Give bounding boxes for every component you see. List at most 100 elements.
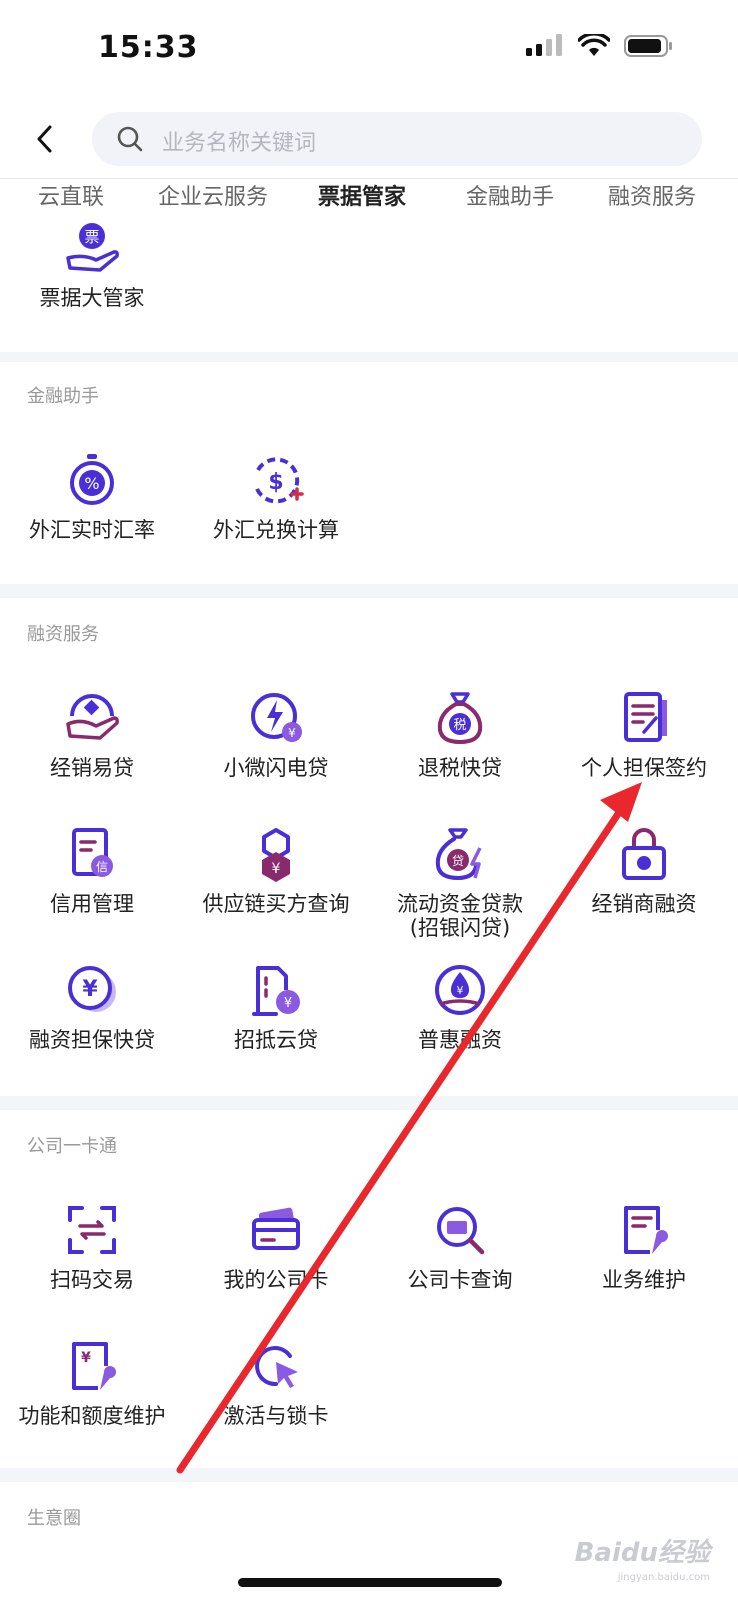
status-time: 15:33 <box>98 30 199 65</box>
service-micro-flash-loan[interactable]: ¥ 小微闪电贷 <box>184 688 368 780</box>
handshake-diamond-icon <box>66 694 119 740</box>
service-my-company-card[interactable]: 我的公司卡 <box>184 1200 368 1292</box>
search-icon <box>117 126 143 152</box>
credit-document-icon: 信 <box>72 828 113 877</box>
water-drop-yuan-icon: ¥ <box>435 965 485 1015</box>
loan-badge: 贷 <box>452 854 464 868</box>
service-personal-guarantee[interactable]: 个人担保签约 <box>552 688 736 780</box>
service-label: 激活与锁卡 <box>223 1404 329 1428</box>
percent-badge: % <box>84 474 99 493</box>
search-placeholder: 业务名称关键词 <box>162 131 317 156</box>
cellular-signal-icon <box>526 34 562 56</box>
section-title: 公司一卡通 <box>27 1136 117 1157</box>
service-fx-rate[interactable]: % 外汇实时汇率 <box>0 450 184 542</box>
tab-finance-helper[interactable]: 金融助手 <box>466 179 554 211</box>
service-credit-management[interactable]: 信 信用管理 <box>0 824 184 916</box>
yuan-badge: ¥ <box>82 977 98 1002</box>
yuan-badge: ¥ <box>457 984 464 997</box>
credit-badge: 信 <box>96 860 108 874</box>
service-fx-calculator[interactable]: $ 外汇兑换计算 <box>184 450 368 542</box>
search-row: 业务名称关键词 <box>0 100 738 178</box>
service-label: 普惠融资 <box>418 1028 502 1052</box>
scan-icon <box>68 1206 116 1254</box>
service-label: 招抵云贷 <box>234 1028 318 1052</box>
service-label: 供应链买方查询 <box>202 892 350 916</box>
service-working-capital-loan[interactable]: 贷 流动资金贷款 (招银闪贷) <box>368 824 552 940</box>
service-limit-maintenance[interactable]: ¥ 功能和额度维护 <box>0 1336 184 1428</box>
card-icon <box>252 1207 300 1250</box>
watermark-url: jingyan.baidu.com <box>617 1572 710 1583</box>
card-search-icon <box>437 1207 485 1255</box>
hexagon-yuan-icon: ¥ <box>262 828 290 882</box>
cursor-click-icon <box>255 1346 298 1388</box>
service-tax-refund-loan[interactable]: 税 退税快贷 <box>368 688 552 780</box>
service-mortgage-cloud-loan[interactable]: ¥ 招抵云贷 <box>184 960 368 1052</box>
service-label: 经销易贷 <box>50 756 134 780</box>
tax-badge: 税 <box>453 718 466 733</box>
service-guarantee-quick-loan[interactable]: ¥ 融资担保快贷 <box>0 960 184 1052</box>
company-card-section: 公司一卡通 扫码交易 我的公司卡 公司卡查询 业务维护 ¥ 功能和额度维护 激活… <box>0 1110 738 1468</box>
tab-cloud-direct[interactable]: 云直联 <box>38 179 104 211</box>
yuan-badge: ¥ <box>272 861 281 877</box>
service-label: 功能和额度维护 <box>18 1404 166 1428</box>
document-wrench-icon <box>624 1206 668 1254</box>
service-label: 票据大管家 <box>39 286 145 310</box>
service-inclusive-financing[interactable]: ¥ 普惠融资 <box>368 960 552 1052</box>
service-label: 业务维护 <box>602 1268 686 1292</box>
service-label: 信用管理 <box>50 892 134 916</box>
tab-enterprise-cloud[interactable]: 企业云服务 <box>158 179 268 211</box>
service-label: 公司卡查询 <box>407 1268 513 1292</box>
lock-icon <box>622 828 666 880</box>
tab-financing-service[interactable]: 融资服务 <box>608 179 696 211</box>
stopwatch-percent-icon: % <box>70 454 114 505</box>
service-label-sub: (招银闪贷) <box>409 916 511 940</box>
service-label: 经销商融资 <box>591 892 697 916</box>
section-title: 金融助手 <box>27 386 99 407</box>
service-label: 我的公司卡 <box>223 1268 329 1292</box>
status-icons <box>526 34 674 58</box>
yuan-badge: ¥ <box>81 1350 91 1366</box>
bill-badge: 票 <box>84 228 99 246</box>
service-business-maintenance[interactable]: 业务维护 <box>552 1200 736 1292</box>
service-supply-chain-query[interactable]: ¥ 供应链买方查询 <box>184 824 368 916</box>
yuan-coin-icon: ¥ <box>68 966 116 1012</box>
tax-bag-icon: 税 <box>437 692 483 744</box>
home-indicator[interactable] <box>238 1578 502 1587</box>
service-label: 退税快贷 <box>418 756 502 780</box>
service-company-card-query[interactable]: 公司卡查询 <box>368 1200 552 1292</box>
service-distributor-loan[interactable]: 经销易贷 <box>0 688 184 780</box>
watermark-brand: Baidu经验 <box>574 1538 710 1568</box>
section-title: 生意圈 <box>27 1508 81 1529</box>
yuan-document-wrench-icon: ¥ <box>72 1342 116 1390</box>
category-tabs: 云直联 企业云服务 票据管家 金融助手 融资服务 <box>0 178 738 222</box>
service-label: 外汇实时汇率 <box>29 518 155 542</box>
dollar-badge: $ <box>268 470 283 495</box>
building-yuan-icon: ¥ <box>252 966 300 1016</box>
contract-sign-icon <box>624 692 667 742</box>
service-label: 小微闪电贷 <box>223 756 329 780</box>
status-bar: 15:33 <box>0 0 738 100</box>
service-bill-manager[interactable]: 票 票据大管家 <box>0 218 184 310</box>
yuan-badge: ¥ <box>288 726 296 740</box>
service-distributor-financing[interactable]: 经销商融资 <box>552 824 736 916</box>
search-input[interactable]: 业务名称关键词 <box>92 112 702 166</box>
wifi-icon <box>578 34 610 56</box>
bill-section: 票 票据大管家 <box>0 222 738 352</box>
service-label: 融资担保快贷 <box>29 1028 155 1052</box>
service-scan-transaction[interactable]: 扫码交易 <box>0 1200 184 1292</box>
service-label: 扫码交易 <box>50 1268 134 1292</box>
dollar-exchange-icon: $ <box>254 457 304 504</box>
loan-bag-icon: 贷 <box>435 828 482 881</box>
yuan-badge: ¥ <box>284 996 292 1011</box>
back-icon[interactable] <box>30 122 60 156</box>
section-title: 融资服务 <box>27 624 99 645</box>
service-label: 外汇兑换计算 <box>213 518 339 542</box>
lightning-yuan-icon: ¥ <box>251 693 302 742</box>
service-label: 流动资金贷款 <box>397 892 523 916</box>
finance-helper-section: 金融助手 % 外汇实时汇率 $ 外汇兑换计算 <box>0 362 738 584</box>
bill-hand-icon: 票 <box>66 223 119 272</box>
service-activate-lock-card[interactable]: 激活与锁卡 <box>184 1336 368 1428</box>
service-label: 个人担保签约 <box>581 756 707 780</box>
financing-section: 融资服务 经销易贷 ¥ 小微闪电贷 税 退税快贷 个人担保签约 信 信用管理 ¥… <box>0 598 738 1096</box>
tab-bill-manager[interactable]: 票据管家 <box>318 179 406 211</box>
